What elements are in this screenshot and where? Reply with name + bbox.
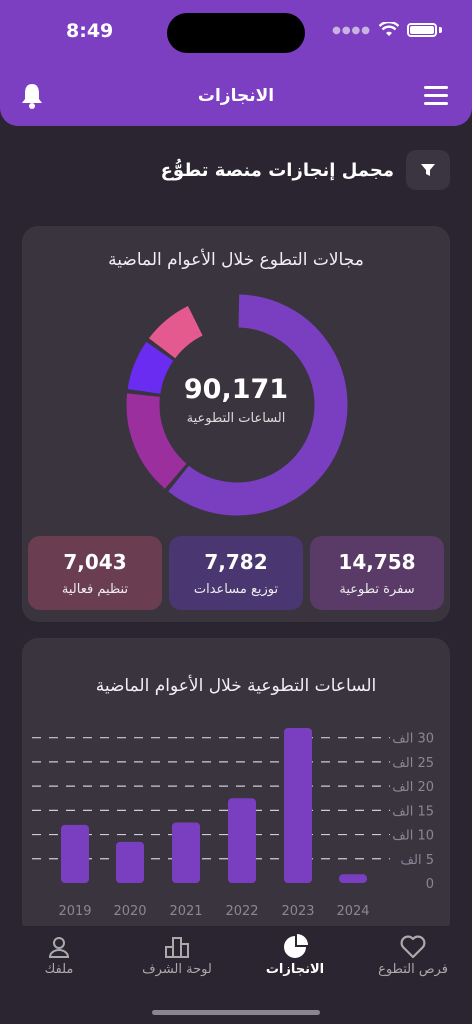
stat-label: سفرة تطوعية bbox=[339, 582, 415, 597]
camera-notch bbox=[167, 13, 305, 53]
x-tick-label: 2020 bbox=[113, 904, 146, 919]
stat-value: 7,782 bbox=[204, 550, 268, 574]
y-tick-label: 0 bbox=[426, 877, 434, 892]
bar-2023[interactable] bbox=[284, 728, 312, 883]
battery-tip bbox=[439, 27, 442, 33]
x-tick-label: 2023 bbox=[281, 904, 314, 919]
pie-chart-icon bbox=[284, 934, 308, 958]
donut-center: 90,171 الساعات التطوعية bbox=[22, 374, 450, 426]
podium-icon bbox=[165, 937, 189, 958]
heart-icon bbox=[400, 935, 426, 959]
signal-icon: ●●●● bbox=[332, 24, 371, 36]
stat-value: 7,043 bbox=[63, 550, 127, 574]
home-indicator bbox=[152, 1010, 320, 1015]
bar-2021[interactable] bbox=[172, 822, 200, 883]
bar-2022[interactable] bbox=[228, 798, 256, 883]
stat-card-aid[interactable]: 7,782 توزيع مساعدات bbox=[169, 536, 303, 610]
tab-honor-board[interactable]: لوحة الشرف bbox=[127, 932, 227, 977]
tab-volunteer-opportunities[interactable]: فرص التطوع bbox=[363, 932, 463, 977]
stat-label: تنظيم فعالية bbox=[61, 582, 129, 597]
y-tick-label: 25 الف bbox=[392, 756, 434, 771]
hours-card: الساعات التطوعية خلال الأعوام الماضية 05… bbox=[22, 638, 450, 938]
tab-label: لوحة الشرف bbox=[142, 962, 212, 977]
bar-2024[interactable] bbox=[339, 874, 367, 883]
wifi-icon bbox=[379, 22, 399, 36]
x-tick-label: 2022 bbox=[225, 904, 258, 919]
total-hours-label: الساعات التطوعية bbox=[186, 411, 286, 426]
bar-chart: 0 5 الف 10 الف 15 الف 20 الف 25 الف 30 الف 2019… bbox=[32, 728, 434, 919]
page-title: الانجازات bbox=[197, 86, 275, 106]
stat-label: توزيع مساعدات bbox=[193, 582, 279, 597]
battery-icon bbox=[407, 23, 437, 37]
y-tick-label: 10 الف bbox=[392, 829, 434, 844]
donut-segment-3 bbox=[148, 305, 204, 359]
filter-button[interactable] bbox=[406, 150, 450, 190]
section-title: مجمل إنجازات منصة تطوُّع bbox=[160, 160, 394, 181]
filter-icon bbox=[421, 164, 435, 176]
tab-profile[interactable]: ملفك bbox=[9, 932, 109, 977]
user-icon bbox=[48, 937, 70, 958]
y-tick-label: 5 الف bbox=[401, 853, 434, 868]
status-time: 8:49 bbox=[66, 20, 114, 42]
tab-achievements[interactable]: الانجازات bbox=[245, 932, 345, 977]
areas-card: مجالات التطوع خلال الأعوام الماضية 90,17… bbox=[22, 226, 450, 622]
stat-value: 14,758 bbox=[338, 550, 416, 574]
areas-card-title: مجالات التطوع خلال الأعوام الماضية bbox=[108, 250, 364, 270]
y-tick-label: 15 الف bbox=[392, 804, 434, 819]
tab-label: ملفك bbox=[44, 962, 74, 977]
x-tick-label: 2024 bbox=[336, 904, 369, 919]
stat-card-event[interactable]: 7,043 تنظيم فعالية bbox=[28, 536, 162, 610]
stat-card-trip[interactable]: 14,758 سفرة تطوعية bbox=[310, 536, 444, 610]
y-tick-label: 20 الف bbox=[392, 780, 434, 795]
bar-2020[interactable] bbox=[116, 841, 144, 883]
tab-label: فرص التطوع bbox=[378, 962, 448, 977]
y-tick-label: 30 الف bbox=[392, 732, 434, 747]
tab-label: الانجازات bbox=[265, 962, 325, 977]
status-icons: ●●●● bbox=[332, 22, 442, 38]
x-tick-label: 2019 bbox=[58, 904, 91, 919]
app-header: 8:49 ●●●● الانجازات bbox=[0, 0, 472, 126]
total-hours-value: 90,171 bbox=[183, 374, 289, 405]
bar-2019[interactable] bbox=[61, 824, 89, 883]
menu-icon[interactable] bbox=[424, 86, 448, 110]
x-tick-label: 2021 bbox=[169, 904, 202, 919]
